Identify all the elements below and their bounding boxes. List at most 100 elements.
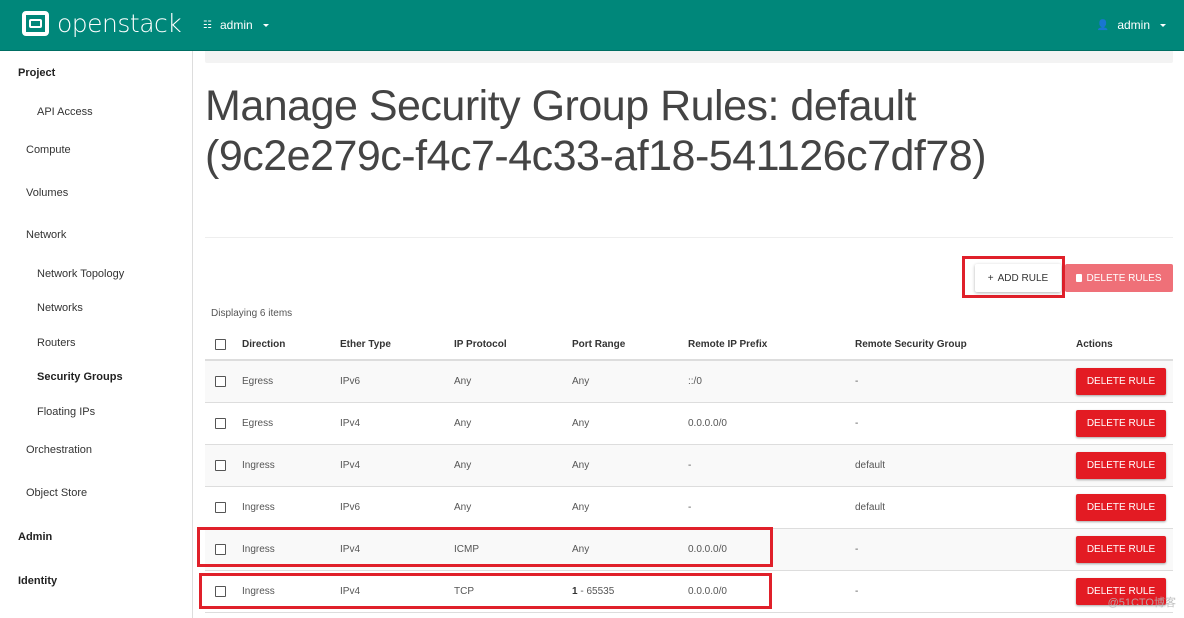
checkbox-icon <box>215 586 226 597</box>
row-checkbox[interactable] <box>215 502 226 513</box>
checkbox-icon <box>215 376 226 387</box>
sidebar-item-project[interactable]: Project <box>18 67 55 79</box>
user-name: admin <box>1117 18 1150 32</box>
sidebar-item-identity[interactable]: Identity <box>18 575 57 587</box>
cell-ether-type: IPv4 <box>340 586 361 597</box>
delete-rule-button[interactable]: DELETE RULE <box>1076 536 1166 563</box>
sidebar-item-api-access[interactable]: API Access <box>37 106 93 118</box>
cell-remote-ip-prefix: 0.0.0.0/0 <box>688 544 727 555</box>
cell-direction: Egress <box>242 376 274 387</box>
cell-ether-type: IPv4 <box>340 418 361 429</box>
sidebar-item-routers[interactable]: Routers <box>37 337 76 349</box>
cell-direction: Ingress <box>242 586 275 597</box>
checkbox-icon <box>215 418 226 429</box>
delete-rules-button[interactable]: DELETE RULES <box>1065 264 1173 292</box>
cell-ip-protocol: Any <box>454 460 472 471</box>
sidebar-item-object-store[interactable]: Object Store <box>26 487 87 499</box>
add-rule-button[interactable]: + ADD RULE <box>975 264 1061 292</box>
sidebar-item-orchestration[interactable]: Orchestration <box>26 444 92 456</box>
chevron-down-icon <box>262 23 269 27</box>
column-header-actions: Actions <box>1076 338 1113 350</box>
cell-remote-security-group: - <box>855 544 859 555</box>
cell-ip-protocol: ICMP <box>454 544 479 555</box>
checkbox-icon <box>215 460 226 471</box>
row-checkbox[interactable] <box>215 586 226 597</box>
item-count: Displaying 6 items <box>211 308 293 319</box>
delete-rule-button[interactable]: DELETE RULE <box>1076 368 1166 395</box>
sidebar: Project API Access Compute Volumes Netwo… <box>0 51 193 618</box>
column-header-ether-type[interactable]: Ether Type <box>340 339 391 350</box>
cell-direction: Ingress <box>242 544 275 555</box>
divider <box>205 237 1173 238</box>
cell-direction: Ingress <box>242 460 275 471</box>
table-row: Ingress IPv4 ICMP Any 0.0.0.0/0 - DELETE RULE <box>205 529 1173 571</box>
top-navbar: openstack ☷ admin 👤 admin <box>0 0 1184 51</box>
cell-port-range: 1 - 65535 <box>572 586 614 597</box>
checkbox-icon <box>215 502 226 513</box>
cell-ip-protocol: Any <box>454 376 472 387</box>
cell-ip-protocol: Any <box>454 502 472 513</box>
cell-remote-ip-prefix: - <box>688 460 692 471</box>
column-header-remote-ip-prefix[interactable]: Remote IP Prefix <box>688 339 767 350</box>
sidebar-item-network[interactable]: Network <box>26 229 66 241</box>
cell-remote-ip-prefix: 0.0.0.0/0 <box>688 418 727 429</box>
project-name: admin <box>219 18 253 32</box>
sidebar-item-compute[interactable]: Compute <box>26 144 71 156</box>
cell-port-range: Any <box>572 460 590 471</box>
trash-icon <box>1076 274 1083 282</box>
project-selector[interactable]: ☷ admin <box>203 18 269 32</box>
cell-remote-ip-prefix: 0.0.0.0/0 <box>688 586 727 597</box>
list-icon: ☷ <box>203 19 212 31</box>
watermark: @51CTO博客 <box>1107 597 1176 609</box>
cell-port-range: Any <box>572 376 590 387</box>
sidebar-item-network-topology[interactable]: Network Topology <box>37 268 124 280</box>
cell-actions: DELETE RULE <box>1076 410 1166 437</box>
sidebar-item-floating-ips[interactable]: Floating IPs <box>37 406 95 418</box>
cell-remote-security-group: - <box>855 376 859 387</box>
cell-remote-security-group: - <box>855 418 859 429</box>
brand-name: openstack <box>57 9 182 38</box>
breadcrumb <box>205 51 1173 63</box>
row-checkbox[interactable] <box>215 418 226 429</box>
cell-remote-security-group: default <box>855 502 886 513</box>
cell-direction: Ingress <box>242 502 275 513</box>
column-header-remote-security-group[interactable]: Remote Security Group <box>855 339 967 350</box>
cell-remote-security-group: default <box>855 460 886 471</box>
delete-rule-button[interactable]: DELETE RULE <box>1076 452 1166 479</box>
user-menu[interactable]: 👤 admin <box>1097 18 1166 32</box>
chevron-down-icon <box>1160 23 1166 27</box>
cell-actions: DELETE RULE <box>1076 368 1166 395</box>
openstack-logo-icon <box>22 11 49 36</box>
cell-ether-type: IPv6 <box>340 376 361 387</box>
row-checkbox[interactable] <box>215 376 226 387</box>
checkbox-icon <box>215 338 226 350</box>
port-range-end: - 65535 <box>577 586 615 597</box>
user-icon: 👤 <box>1096 19 1110 31</box>
sidebar-item-volumes[interactable]: Volumes <box>26 187 68 199</box>
table-row: Ingress IPv4 TCP 1 - 65535 0.0.0.0/0- DELETE … <box>205 571 1173 613</box>
cell-remote-ip-prefix: ::/0 <box>688 376 702 387</box>
sidebar-item-security-groups[interactable]: Security Groups <box>37 371 123 383</box>
table-row: Egress IPv4 Any Any 0.0.0.0/0 - DELETE RULE <box>205 403 1173 445</box>
rules-table: Direction Ether Type IP Protocol Port Ra… <box>205 329 1173 613</box>
table-row: Ingress IPv6 Any Any - default DELETE RULE <box>205 487 1173 529</box>
cell-ether-type: IPv4 <box>340 460 361 471</box>
delete-rule-button[interactable]: DELETE RULE <box>1076 410 1166 437</box>
sidebar-item-admin[interactable]: Admin <box>18 531 52 543</box>
cell-remote-ip-prefix: - <box>688 502 692 513</box>
select-all-checkbox[interactable] <box>215 338 226 350</box>
cell-remote-security-group: - <box>855 586 859 597</box>
row-checkbox[interactable] <box>215 460 226 471</box>
column-header-ip-protocol[interactable]: IP Protocol <box>454 339 507 350</box>
row-checkbox[interactable] <box>215 544 226 555</box>
add-rule-label: ADD RULE <box>997 272 1049 284</box>
checkbox-icon <box>215 544 226 555</box>
openstack-logo[interactable]: openstack <box>22 9 182 38</box>
column-header-port-range[interactable]: Port Range <box>572 339 625 350</box>
cell-ip-protocol: TCP <box>454 586 474 597</box>
sidebar-item-networks[interactable]: Networks <box>37 302 83 314</box>
delete-rule-button[interactable]: DELETE RULE <box>1076 494 1166 521</box>
cell-actions: DELETE RULE <box>1076 494 1166 521</box>
column-header-direction[interactable]: Direction <box>242 339 285 350</box>
table-row: Egress IPv6 Any Any::/0 - DELETE RULE <box>205 361 1173 403</box>
